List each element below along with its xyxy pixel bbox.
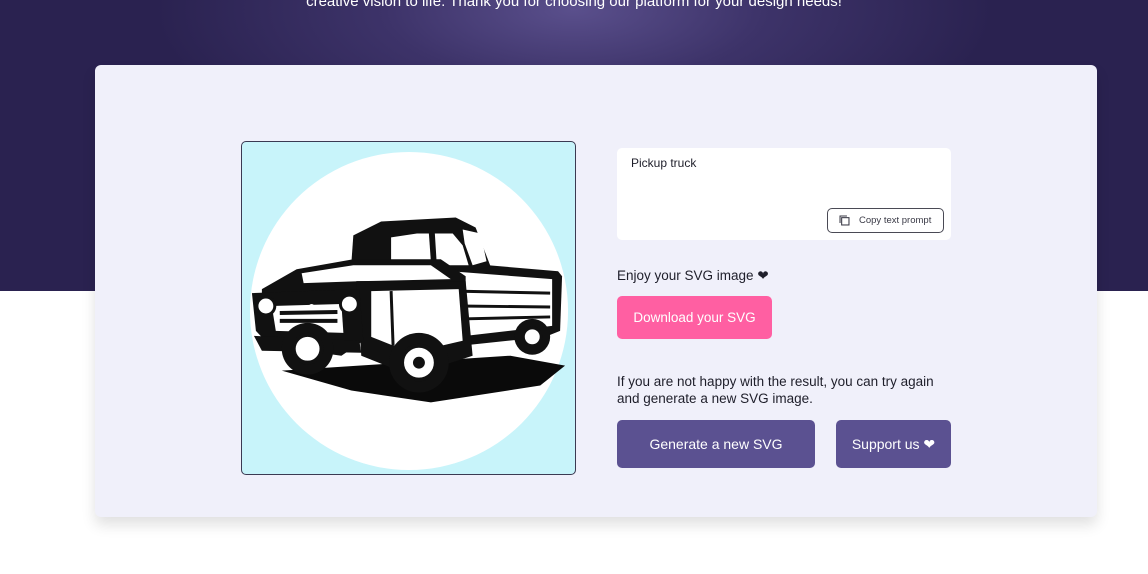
hero-subtitle: creative vision to life. Thank you for c… xyxy=(306,0,842,10)
support-us-button[interactable]: Support us ❤ xyxy=(836,420,951,468)
prompt-box: Pickup truck Copy text prompt xyxy=(617,148,951,240)
download-svg-button[interactable]: Download your SVG xyxy=(617,296,772,339)
generate-new-svg-button[interactable]: Generate a new SVG xyxy=(617,420,815,468)
enjoy-message: Enjoy your SVG image ❤ xyxy=(617,268,769,283)
pickup-truck-image xyxy=(249,151,569,471)
copy-icon xyxy=(839,215,850,226)
copy-prompt-label: Copy text prompt xyxy=(859,215,932,226)
generated-svg-preview xyxy=(241,141,576,475)
prompt-text: Pickup truck xyxy=(631,156,697,170)
retry-message: If you are not happy with the result, yo… xyxy=(617,374,934,406)
result-card: Pickup truck Copy text prompt Enjoy your… xyxy=(95,65,1097,517)
copy-prompt-button[interactable]: Copy text prompt xyxy=(827,208,944,233)
